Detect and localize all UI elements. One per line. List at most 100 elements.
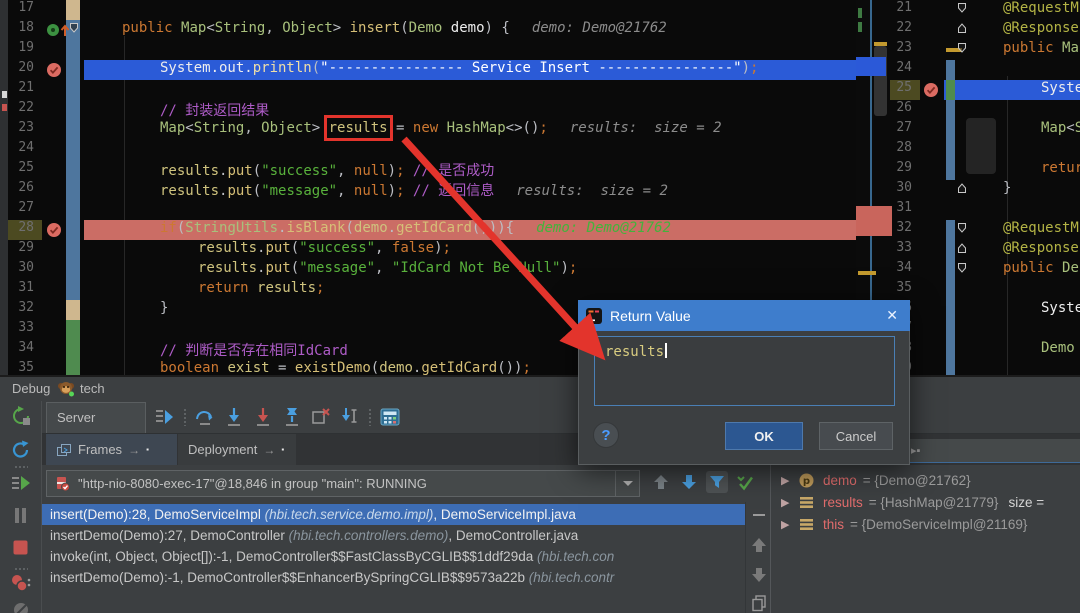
step-out-icon[interactable]: [281, 406, 303, 428]
code-line-35: 35: [890, 280, 1080, 300]
expand-arrow-icon[interactable]: ▶: [781, 496, 793, 509]
variable-row-results[interactable]: ▶results= {HashMap@21779}size =: [771, 491, 1080, 513]
breakpoint-check-icon[interactable]: [46, 62, 62, 78]
resume-icon[interactable]: [10, 473, 32, 495]
stripe-breakpoint-mark: [856, 206, 892, 236]
stack-frame-row[interactable]: insertDemo(Demo):-1, DemoController$$Enh…: [42, 567, 745, 588]
code-text: Map<String, Object> results = new HashMa…: [160, 120, 722, 140]
rerun-icon[interactable]: [10, 405, 32, 427]
variable-row-this[interactable]: ▶this= {DemoServiceImpl@21169}: [771, 513, 1080, 535]
thread-dropdown-arrow[interactable]: [615, 471, 639, 496]
breakpoint-check-icon[interactable]: [46, 222, 62, 238]
fold-marker-icon[interactable]: [68, 22, 80, 34]
toolbar-separator: [183, 408, 187, 426]
fold-marker-icon[interactable]: [956, 2, 968, 14]
force-step-into-icon[interactable]: [252, 406, 274, 428]
show-execution-point-icon[interactable]: [154, 406, 176, 428]
stack-frame-row[interactable]: insert(Demo):28, DemoServiceImpl (hbi.te…: [42, 504, 745, 525]
ok-button[interactable]: OK: [725, 422, 803, 450]
help-button[interactable]: ?: [593, 422, 619, 448]
variable-row-demo[interactable]: ▶pdemo= {Demo@21762}: [771, 469, 1080, 491]
svg-text:p: p: [803, 476, 810, 487]
code-line-30: 30}: [890, 180, 1080, 200]
stack-frame-row[interactable]: invoke(int, Object, Object[]):-1, DemoCo…: [42, 546, 745, 567]
return-value-input[interactable]: results: [594, 336, 895, 406]
tab-deployment-label: Deployment: [188, 442, 257, 457]
method-breakpoint-icon[interactable]: [46, 22, 70, 38]
drop-frame-icon[interactable]: [310, 406, 332, 428]
variable-name: results: [823, 495, 863, 510]
frames-divider: [745, 502, 770, 613]
expand-arrow-icon[interactable]: ▶: [781, 518, 793, 531]
hide-icon[interactable]: [750, 506, 768, 524]
copy-icon[interactable]: [750, 594, 768, 612]
frame-down-icon[interactable]: [678, 471, 700, 493]
map-icon: [799, 518, 815, 531]
fold-marker-icon[interactable]: [956, 262, 968, 274]
stepping-toolbar: [154, 406, 401, 428]
close-icon[interactable]: ✕: [886, 307, 898, 324]
step-over-icon[interactable]: [194, 406, 216, 428]
code-text: System.out.println("---------------- Ser…: [160, 60, 758, 80]
line-number: 20: [8, 60, 42, 80]
change-marker: [946, 160, 955, 180]
code-line-26: 26results.put("message", null); // 返回信息r…: [8, 180, 856, 200]
thread-actions-icon[interactable]: [734, 471, 756, 493]
change-marker: [66, 240, 80, 260]
code-editor-right[interactable]: 21@RequestM22@Response23public Ma2425Sys…: [890, 0, 1080, 375]
change-marker: [946, 300, 955, 320]
thread-selector[interactable]: "http-nio-8080-exec-17"@18,846 in group …: [46, 470, 640, 497]
thread-toolbar: [650, 471, 756, 493]
filter-icon[interactable]: [706, 471, 728, 493]
line-number: 35: [890, 280, 920, 300]
line-number: 25: [890, 80, 920, 100]
evaluate-expression-icon[interactable]: [379, 406, 401, 428]
code-line-20: 20 System.out.println("---------------- S…: [8, 60, 856, 80]
fold-marker-icon[interactable]: [956, 182, 968, 194]
line-number: 19: [8, 40, 42, 60]
breakpoint-check-icon[interactable]: [923, 82, 939, 98]
code-text: @RequestM: [1003, 0, 1079, 20]
scrollbar-thumb[interactable]: [966, 118, 996, 174]
fold-marker-icon[interactable]: [956, 42, 968, 54]
variable-extra: size =: [1008, 495, 1044, 510]
stack-frame-row[interactable]: insertDemo(Demo):27, DemoController (hbi…: [42, 525, 745, 546]
dialog-title-bar[interactable]: Return Value ✕: [578, 300, 910, 331]
code-line-31: 31return results;: [8, 280, 856, 300]
line-number: 18: [8, 20, 42, 40]
frames-list[interactable]: insert(Demo):28, DemoServiceImpl (hbi.te…: [42, 502, 745, 613]
fold-marker-icon[interactable]: [956, 242, 968, 254]
variables-panel[interactable]: ▸▪ ▶pdemo= {Demo@21762}▶results= {HashMa…: [770, 439, 1080, 613]
code-text: results.put("message", "IdCard Not Be Nu…: [198, 260, 577, 280]
mute-breakpoints-icon[interactable]: [10, 603, 32, 613]
ide-window: 1718public Map<String, Object> insert(De…: [0, 0, 1080, 613]
cancel-button[interactable]: Cancel: [819, 422, 893, 450]
code-line-38: 38Demo: [890, 340, 1080, 360]
change-marker: [66, 340, 80, 360]
code-line-22: 22@Response: [890, 20, 1080, 40]
fold-marker-icon[interactable]: [956, 222, 968, 234]
fold-marker-icon[interactable]: [956, 22, 968, 34]
code-text: public Ma: [1003, 40, 1079, 60]
expand-arrow-icon[interactable]: ▶: [781, 474, 793, 487]
step-into-icon[interactable]: [223, 406, 245, 428]
tab-frames[interactable]: Frames →▪: [46, 434, 177, 465]
run-to-cursor-icon[interactable]: [339, 406, 361, 428]
scroll-up-icon[interactable]: [750, 536, 768, 554]
chevron-right-icon[interactable]: ▸▪: [911, 444, 920, 457]
dialog-title: Return Value: [610, 308, 691, 324]
tab-modified-dot: ▪: [146, 445, 149, 454]
code-text: results.put("success", null); // 是否成功: [160, 160, 494, 180]
code-text: retur: [1041, 160, 1080, 180]
view-breakpoints-icon[interactable]: [10, 573, 32, 595]
stop-icon[interactable]: [10, 537, 32, 559]
frame-up-icon[interactable]: [650, 471, 672, 493]
code-text: boolean exist = existDemo(demo.getIdCard…: [160, 360, 531, 375]
scroll-down-icon[interactable]: [750, 566, 768, 584]
tab-server[interactable]: Server: [46, 402, 146, 433]
pause-icon[interactable]: [10, 505, 32, 527]
refresh-icon[interactable]: [10, 439, 32, 461]
code-text: if(StringUtils.isBlank(demo.getIdCard())…: [160, 220, 671, 240]
tab-deployment[interactable]: Deployment →▪: [178, 434, 296, 465]
line-number: 32: [890, 220, 920, 240]
